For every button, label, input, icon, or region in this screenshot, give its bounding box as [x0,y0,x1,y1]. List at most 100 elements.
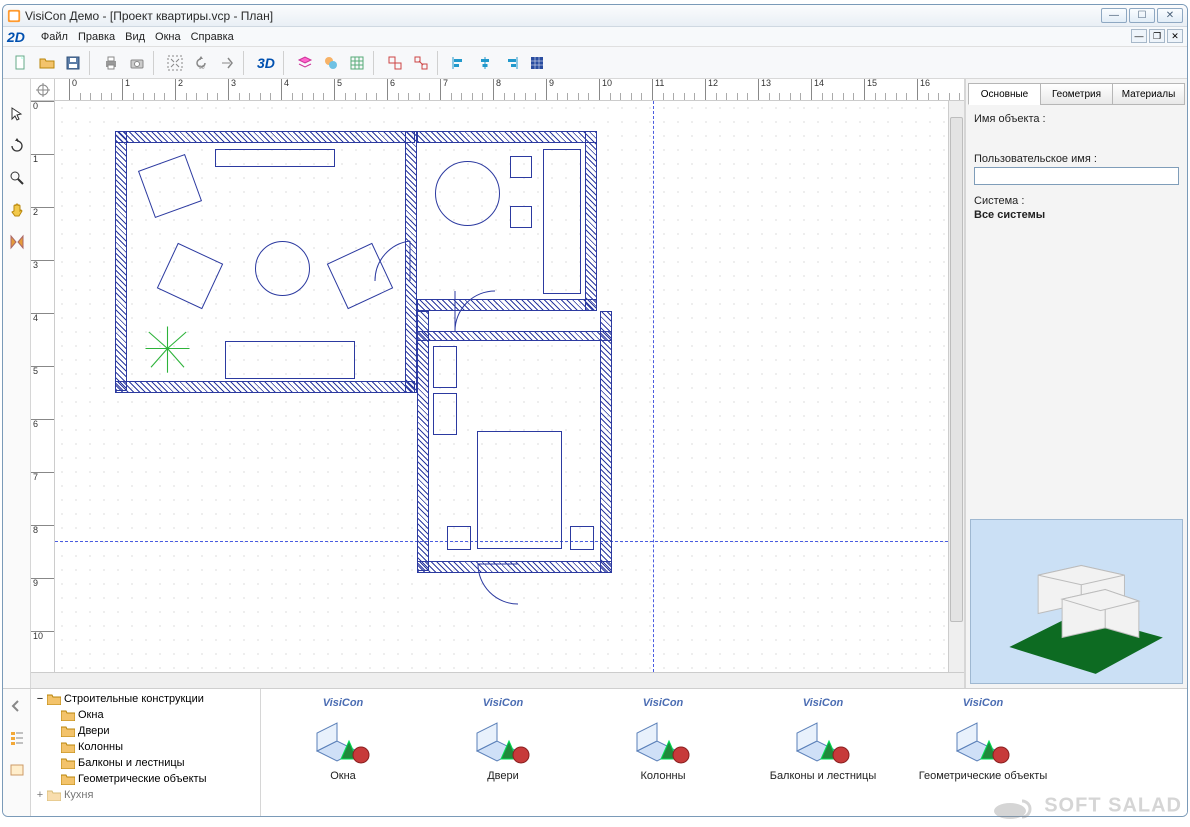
furniture-sofa[interactable] [225,341,355,379]
catalog-refresh-button[interactable] [6,759,28,781]
close-button[interactable]: ✕ [1157,8,1183,23]
horizontal-ruler[interactable]: 012345678910111213141516 [31,79,964,101]
materials-button[interactable] [319,51,343,75]
furniture-chair-2[interactable] [510,206,532,228]
mdi-close-button[interactable]: ✕ [1167,29,1183,43]
group-button[interactable] [383,51,407,75]
tab-materials[interactable]: Материалы [1112,83,1185,105]
horizontal-scrollbar[interactable] [31,672,964,688]
maximize-button[interactable]: ☐ [1129,8,1155,23]
pan-tool[interactable] [6,199,28,221]
tree-item-kitchen[interactable]: +Кухня [33,787,258,803]
menu-view[interactable]: Вид [125,31,145,43]
furniture-wardrobe-1[interactable] [433,346,457,388]
menu-file[interactable]: Файл [41,31,68,43]
catalog-brand: VisiCon [643,697,684,709]
catalog-item-label: Колонны [641,770,686,783]
tree-item-balconies[interactable]: Балконы и лестницы [33,755,258,771]
furniture-dining-table[interactable] [435,161,500,226]
object-name-label: Имя объекта : [974,113,1179,125]
print-button[interactable] [99,51,123,75]
catalog-item-4[interactable]: VisiConГеометрические объекты [903,693,1063,812]
furniture-plant[interactable] [140,321,195,376]
door-arc-1 [370,236,420,296]
catalog-brand: VisiCon [323,697,364,709]
catalog-item-3[interactable]: VisiConБалконы и лестницы [743,693,903,812]
furniture-shelf[interactable] [215,149,335,167]
align-right-button[interactable] [499,51,523,75]
guide-vertical [653,101,654,672]
zoom-tool[interactable] [6,167,28,189]
catalog-back-button[interactable] [6,695,28,717]
door-arc-3 [473,556,528,611]
system-value: Все системы [974,209,1179,221]
vertical-ruler[interactable]: 012345678910 [31,101,55,672]
furniture-nightstand-2[interactable] [570,526,594,550]
align-left-button[interactable] [447,51,471,75]
catalog-item-0[interactable]: VisiConОкна [263,693,423,812]
tree-item-windows[interactable]: Окна [33,707,258,723]
furniture-nightstand-1[interactable] [447,526,471,550]
left-tool-strip [3,79,31,688]
furniture-counter[interactable] [543,149,581,294]
ruler-origin-icon [36,83,50,97]
ungroup-button[interactable] [409,51,433,75]
svg-text:90: 90 [199,65,205,71]
menu-bar: 2D Файл Правка Вид Окна Справка — ❐ ✕ [3,27,1187,47]
3d-mode-button[interactable]: 3D [253,51,279,75]
catalog-item-label: Балконы и лестницы [770,770,877,783]
catalog-brand: VisiCon [483,697,524,709]
tree-item-geometry[interactable]: Геометрические объекты [33,771,258,787]
save-button[interactable] [61,51,85,75]
align-center-button[interactable] [473,51,497,75]
catalog-thumb-icon [951,711,1015,767]
application-window: VisiCon Демо - [Проект квартиры.vcp - Пл… [2,4,1188,817]
preview-3d[interactable] [970,519,1183,684]
tree-item-columns[interactable]: Колонны [33,739,258,755]
catalog-thumb-icon [791,711,855,767]
tree-item-doors[interactable]: Двери [33,723,258,739]
open-file-button[interactable] [35,51,59,75]
rotate-right-button[interactable] [215,51,239,75]
catalog-tree[interactable]: − Строительные конструкции Окна Двери Ко… [31,689,261,816]
vertical-scrollbar[interactable] [948,101,964,672]
tab-main[interactable]: Основные [968,83,1041,105]
rotate-left-button[interactable]: 90 [189,51,213,75]
user-name-label: Пользовательское имя : [974,153,1179,165]
furniture-chair-1[interactable] [510,156,532,178]
furniture-wardrobe-2[interactable] [433,393,457,435]
tab-geometry[interactable]: Геометрия [1040,83,1113,105]
catalog-item-label: Геометрические объекты [919,770,1047,783]
catalog-thumb-icon [311,711,375,767]
user-name-input[interactable] [974,167,1179,185]
camera-button[interactable] [125,51,149,75]
catalog-item-1[interactable]: VisiConДвери [423,693,583,812]
canvas-viewport[interactable] [55,101,948,672]
catalog-nav [3,689,31,816]
menu-help[interactable]: Справка [191,31,234,43]
menu-edit[interactable]: Правка [78,31,115,43]
furniture-bed[interactable] [477,431,562,549]
menu-windows[interactable]: Окна [155,31,181,43]
furniture-coffee-table[interactable] [255,241,310,296]
grid-button[interactable] [345,51,369,75]
tree-root[interactable]: − Строительные конструкции [33,691,258,707]
catalog-panel: − Строительные конструкции Окна Двери Ко… [3,688,1187,816]
catalog-tree-button[interactable] [6,727,28,749]
layers-button[interactable] [293,51,317,75]
main-area: 012345678910111213141516 012345678910 [3,79,1187,816]
zoom-fit-button[interactable] [163,51,187,75]
rotate-tool[interactable] [6,135,28,157]
canvas-panel: 012345678910111213141516 012345678910 [31,79,965,688]
catalog-thumb-icon [471,711,535,767]
catalog-thumbnails: VisiConОкнаVisiConДвериVisiConКолонныVis… [261,689,1187,816]
mdi-minimize-button[interactable]: — [1131,29,1147,43]
snap-grid-button[interactable] [525,51,549,75]
mode-2d-indicator: 2D [7,29,25,45]
walkthrough-tool[interactable] [6,231,28,253]
select-tool[interactable] [6,103,28,125]
minimize-button[interactable]: — [1101,8,1127,23]
new-file-button[interactable] [9,51,33,75]
mdi-restore-button[interactable]: ❐ [1149,29,1165,43]
catalog-item-2[interactable]: VisiCon Колонны [583,693,743,812]
